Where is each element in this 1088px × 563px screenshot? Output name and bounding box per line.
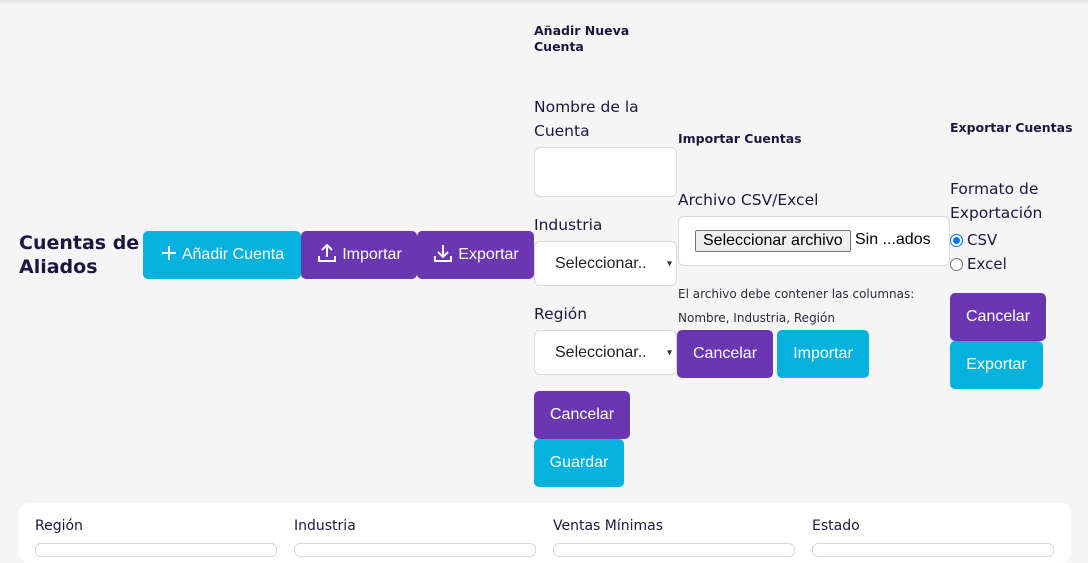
filter-region-select[interactable] bbox=[35, 543, 277, 557]
filter-status-label: Estado bbox=[812, 518, 860, 534]
import-cancel-button[interactable]: Cancelar bbox=[677, 330, 773, 378]
format-option-csv[interactable]: CSV bbox=[950, 231, 997, 249]
filter-status-select[interactable] bbox=[812, 543, 1054, 557]
export-button[interactable]: Exportar bbox=[417, 231, 534, 279]
region-select-value: Seleccionar.. bbox=[555, 343, 647, 361]
file-status: Sin ...ados bbox=[855, 231, 931, 248]
add-form-heading: Añadir Nueva Cuenta bbox=[534, 23, 630, 54]
plus-icon bbox=[160, 244, 178, 267]
export-format-label: Formato de Exportación bbox=[950, 180, 1043, 222]
format-option-excel[interactable]: Excel bbox=[950, 255, 1007, 273]
chevron-down-icon: ▾ bbox=[666, 347, 672, 358]
add-account-label: Añadir Cuenta bbox=[181, 246, 285, 263]
account-name-input[interactable] bbox=[534, 147, 677, 197]
export-label: Exportar bbox=[458, 246, 519, 263]
region-label: Región bbox=[534, 305, 588, 323]
filter-min-sales-label: Ventas Mínimas bbox=[553, 518, 664, 534]
page-title: Cuentas de Aliados bbox=[19, 232, 140, 278]
choose-file-button[interactable]: Seleccionar archivo bbox=[695, 230, 851, 252]
filter-region-label: Región bbox=[35, 518, 83, 534]
download-icon bbox=[432, 242, 454, 269]
import-form-heading: Importar Cuentas bbox=[678, 131, 802, 146]
region-select[interactable]: Seleccionar.. ▾ bbox=[534, 330, 677, 375]
export-submit-button[interactable]: Exportar bbox=[950, 341, 1043, 389]
import-hint-line1: El archivo debe contener las columnas: bbox=[678, 287, 915, 301]
industry-select-value: Seleccionar.. bbox=[555, 254, 647, 272]
radio-checked-icon[interactable] bbox=[950, 233, 963, 247]
import-button[interactable]: Importar bbox=[301, 231, 417, 279]
format-option-label: CSV bbox=[967, 231, 998, 249]
filter-industry-select[interactable] bbox=[294, 543, 536, 557]
file-input[interactable]: Seleccionar archivo Sin ...ados bbox=[678, 216, 950, 266]
import-label: Importar bbox=[342, 246, 402, 263]
radio-unchecked-icon[interactable] bbox=[950, 257, 963, 271]
format-option-label: Excel bbox=[967, 255, 1007, 273]
account-name-label: Nombre de la Cuenta bbox=[534, 98, 639, 140]
add-cancel-button[interactable]: Cancelar bbox=[534, 391, 630, 439]
export-cancel-button[interactable]: Cancelar bbox=[950, 293, 1046, 341]
import-submit-button[interactable]: Importar bbox=[777, 330, 869, 378]
filter-industry-label: Industria bbox=[294, 518, 356, 534]
industry-label: Industria bbox=[534, 216, 603, 234]
file-label: Archivo CSV/Excel bbox=[678, 191, 819, 209]
upload-icon bbox=[316, 242, 338, 269]
industry-select[interactable]: Seleccionar.. ▾ bbox=[534, 241, 677, 286]
export-form-heading: Exportar Cuentas bbox=[950, 120, 1073, 135]
save-button[interactable]: Guardar bbox=[534, 439, 624, 487]
import-hint-line2: Nombre, Industria, Región bbox=[678, 311, 835, 325]
filter-min-sales-input[interactable] bbox=[553, 543, 795, 557]
top-bar-shadow bbox=[0, 0, 1088, 6]
chevron-down-icon: ▾ bbox=[666, 258, 672, 269]
add-account-button[interactable]: Añadir Cuenta bbox=[143, 231, 301, 279]
